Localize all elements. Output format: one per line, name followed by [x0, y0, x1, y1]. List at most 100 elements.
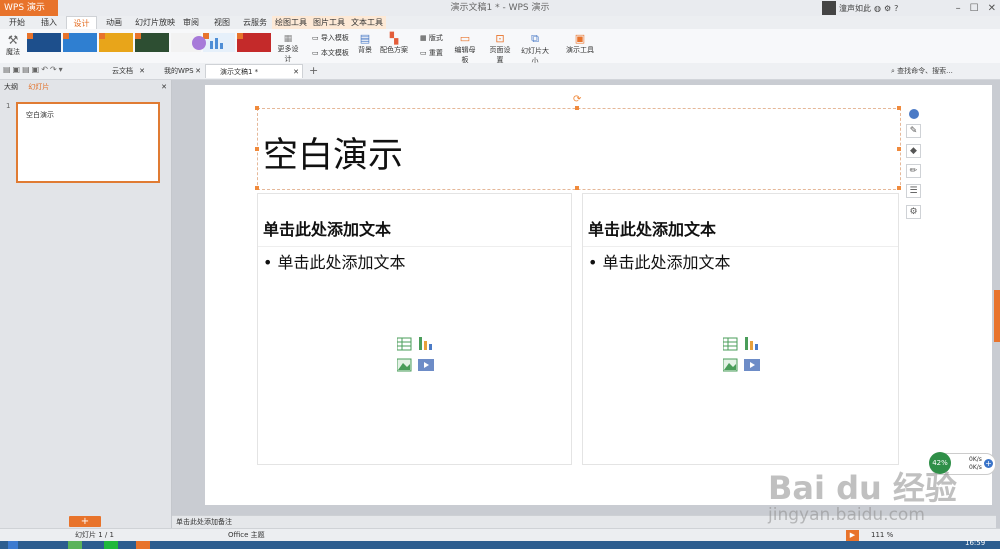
bullet-icon: • [588, 253, 598, 272]
fill-icon[interactable]: ◆ [906, 144, 921, 158]
menu-review[interactable]: 审阅 [178, 16, 204, 29]
menu-insert[interactable]: 插入 [36, 16, 62, 29]
skin-icon[interactable]: ◍ [874, 4, 881, 13]
close-icon[interactable]: ✕ [988, 3, 996, 14]
add-slide-button[interactable]: + [69, 516, 101, 527]
insert-object-icons[interactable] [723, 337, 761, 373]
left-content-placeholder[interactable]: 单击此处添加文本 • 单击此处添加文本 [257, 193, 572, 465]
more-design-button[interactable]: ▦ 更多设计 [276, 34, 300, 64]
layout-button[interactable]: ▦ 版式 [420, 33, 443, 43]
video-icon [418, 359, 434, 371]
left-bullet[interactable]: • 单击此处添加文本 [263, 249, 406, 273]
menu-drawing-tools[interactable]: 绘图工具 [272, 16, 310, 29]
resize-handle[interactable] [575, 106, 579, 110]
template-icon: ▭ [312, 49, 319, 57]
tab-cloud-docs[interactable]: 云文档 ✕ [98, 64, 148, 78]
settings-icon[interactable]: ⚙ [884, 4, 891, 13]
palette-icon: ▚ [389, 32, 399, 45]
new-tab-button[interactable]: + [309, 64, 318, 77]
user-area[interactable]: 潼声如此 ◍ ⚙ ? [822, 0, 898, 16]
thumbnail-title: 空白演示 [26, 111, 54, 119]
chart-icon [419, 337, 432, 350]
rotate-handle-icon[interactable]: ⟳ [573, 94, 581, 105]
menu-cloud[interactable]: 云服务 [240, 16, 270, 29]
plus-icon[interactable]: + [984, 459, 993, 468]
magic-label: 魔法 [6, 48, 20, 56]
background-button[interactable]: ▤ 背景 [357, 32, 373, 55]
slide-size-button[interactable]: ⧉ 幻灯片大小 [518, 32, 552, 66]
edit-master-label: 编辑母板 [454, 46, 476, 64]
reset-icon: ▭ [420, 49, 427, 57]
close-icon[interactable]: ✕ [293, 65, 299, 79]
import-template-button[interactable]: ▭ 导入模板 [312, 33, 349, 43]
watermark-logo: Bai du 经验 [768, 469, 957, 507]
help-icon[interactable]: ? [894, 4, 898, 13]
layers-icon[interactable]: ☰ [906, 184, 921, 198]
reset-button[interactable]: ▭ 重置 [420, 48, 443, 58]
page-setup-button[interactable]: ⊡ 页面设置 [487, 32, 513, 65]
close-icon[interactable]: ✕ [195, 64, 201, 78]
this-template-button[interactable]: ▭ 本文模板 [312, 48, 349, 58]
right-bullet[interactable]: • 单击此处添加文本 [588, 249, 731, 273]
menu-text-tools[interactable]: 文本工具 [348, 16, 386, 29]
close-icon[interactable]: ✕ [139, 64, 145, 78]
title-placeholder[interactable]: 空白演示 [257, 108, 901, 190]
color-scheme-button[interactable]: ▚ 配色方案 [380, 32, 408, 55]
this-template-label: 本文模板 [320, 49, 349, 57]
slide-title[interactable]: 空白演示 [263, 127, 403, 178]
avatar[interactable] [822, 1, 836, 15]
side-scroll-tab[interactable] [994, 290, 1000, 342]
menu-start[interactable]: 开始 [4, 16, 30, 29]
edit-shape-icon[interactable]: ✎ [906, 124, 921, 138]
presentation-tools-icon: ▣ [574, 32, 586, 45]
close-panel-icon[interactable]: ✕ [161, 80, 167, 94]
resize-handle[interactable] [575, 186, 579, 190]
edit-master-button[interactable]: ▭ 编辑母板 [452, 32, 478, 65]
tab-slides[interactable]: 幻灯片 [28, 83, 49, 91]
resize-handle[interactable] [255, 106, 259, 110]
left-bullet-text: 单击此处添加文本 [277, 253, 406, 272]
right-bullet-text: 单击此处添加文本 [602, 253, 731, 272]
presentation-tools-button[interactable]: ▣ 演示工具 [565, 32, 595, 55]
magic-button[interactable]: ⚒ 魔法 [4, 33, 22, 57]
tab-outline[interactable]: 大纲 [4, 83, 18, 91]
chat-icon[interactable] [104, 541, 118, 549]
search-box[interactable]: ⌕ 查找命令、搜索... [891, 66, 953, 76]
resize-handle[interactable] [897, 106, 901, 110]
menu-animation[interactable]: 动画 [101, 16, 127, 29]
notes-placeholder[interactable]: 单击此处添加备注 [176, 518, 232, 526]
menu-slideshow[interactable]: 幻灯片放映 [133, 16, 177, 29]
tab-my-wps[interactable]: 我的WPS ✕ [150, 64, 204, 78]
quick-access-icons[interactable]: ▤▣▤▣↶↷▾ [3, 65, 65, 74]
picture-icon [397, 358, 412, 372]
menu-design[interactable]: 设计 [66, 16, 97, 29]
menu-view[interactable]: 视图 [209, 16, 235, 29]
design-templates[interactable] [27, 33, 277, 54]
user-name[interactable]: 潼声如此 [839, 3, 871, 14]
wps-taskbar-icon[interactable] [136, 541, 150, 549]
properties-icon[interactable]: ⚙ [906, 205, 921, 219]
resize-handle[interactable] [255, 186, 259, 190]
insert-object-icons[interactable] [397, 337, 435, 373]
resize-handle[interactable] [255, 147, 259, 151]
play-icon[interactable]: ▶ [846, 530, 859, 541]
minimize-icon[interactable]: – [956, 3, 961, 14]
slide[interactable]: 空白演示 ⟳ 单击此处添加文本 • 单击此处添加文本 单击此处添加文本 • 单击… [205, 85, 992, 505]
picture-icon [723, 358, 738, 372]
right-heading[interactable]: 单击此处添加文本 [588, 216, 716, 240]
taskbar: 16:59 [0, 539, 1000, 549]
start-icon[interactable] [8, 541, 18, 549]
resize-handle[interactable] [897, 147, 901, 151]
slide-thumbnail[interactable]: 空白演示 [16, 102, 160, 183]
maximize-icon[interactable]: ☐ [970, 3, 979, 14]
browser-icon[interactable] [68, 541, 82, 549]
collapse-icon[interactable] [909, 109, 919, 119]
video-icon [744, 359, 760, 371]
menu-picture-tools[interactable]: 图片工具 [310, 16, 348, 29]
outline-icon[interactable]: ✏ [906, 164, 921, 178]
resize-handle[interactable] [897, 186, 901, 190]
right-content-placeholder[interactable]: 单击此处添加文本 • 单击此处添加文本 [582, 193, 899, 465]
tab-document[interactable]: 演示文稿1 * ✕ [205, 64, 303, 78]
left-heading[interactable]: 单击此处添加文本 [263, 216, 391, 240]
background-icon: ▤ [359, 32, 371, 45]
